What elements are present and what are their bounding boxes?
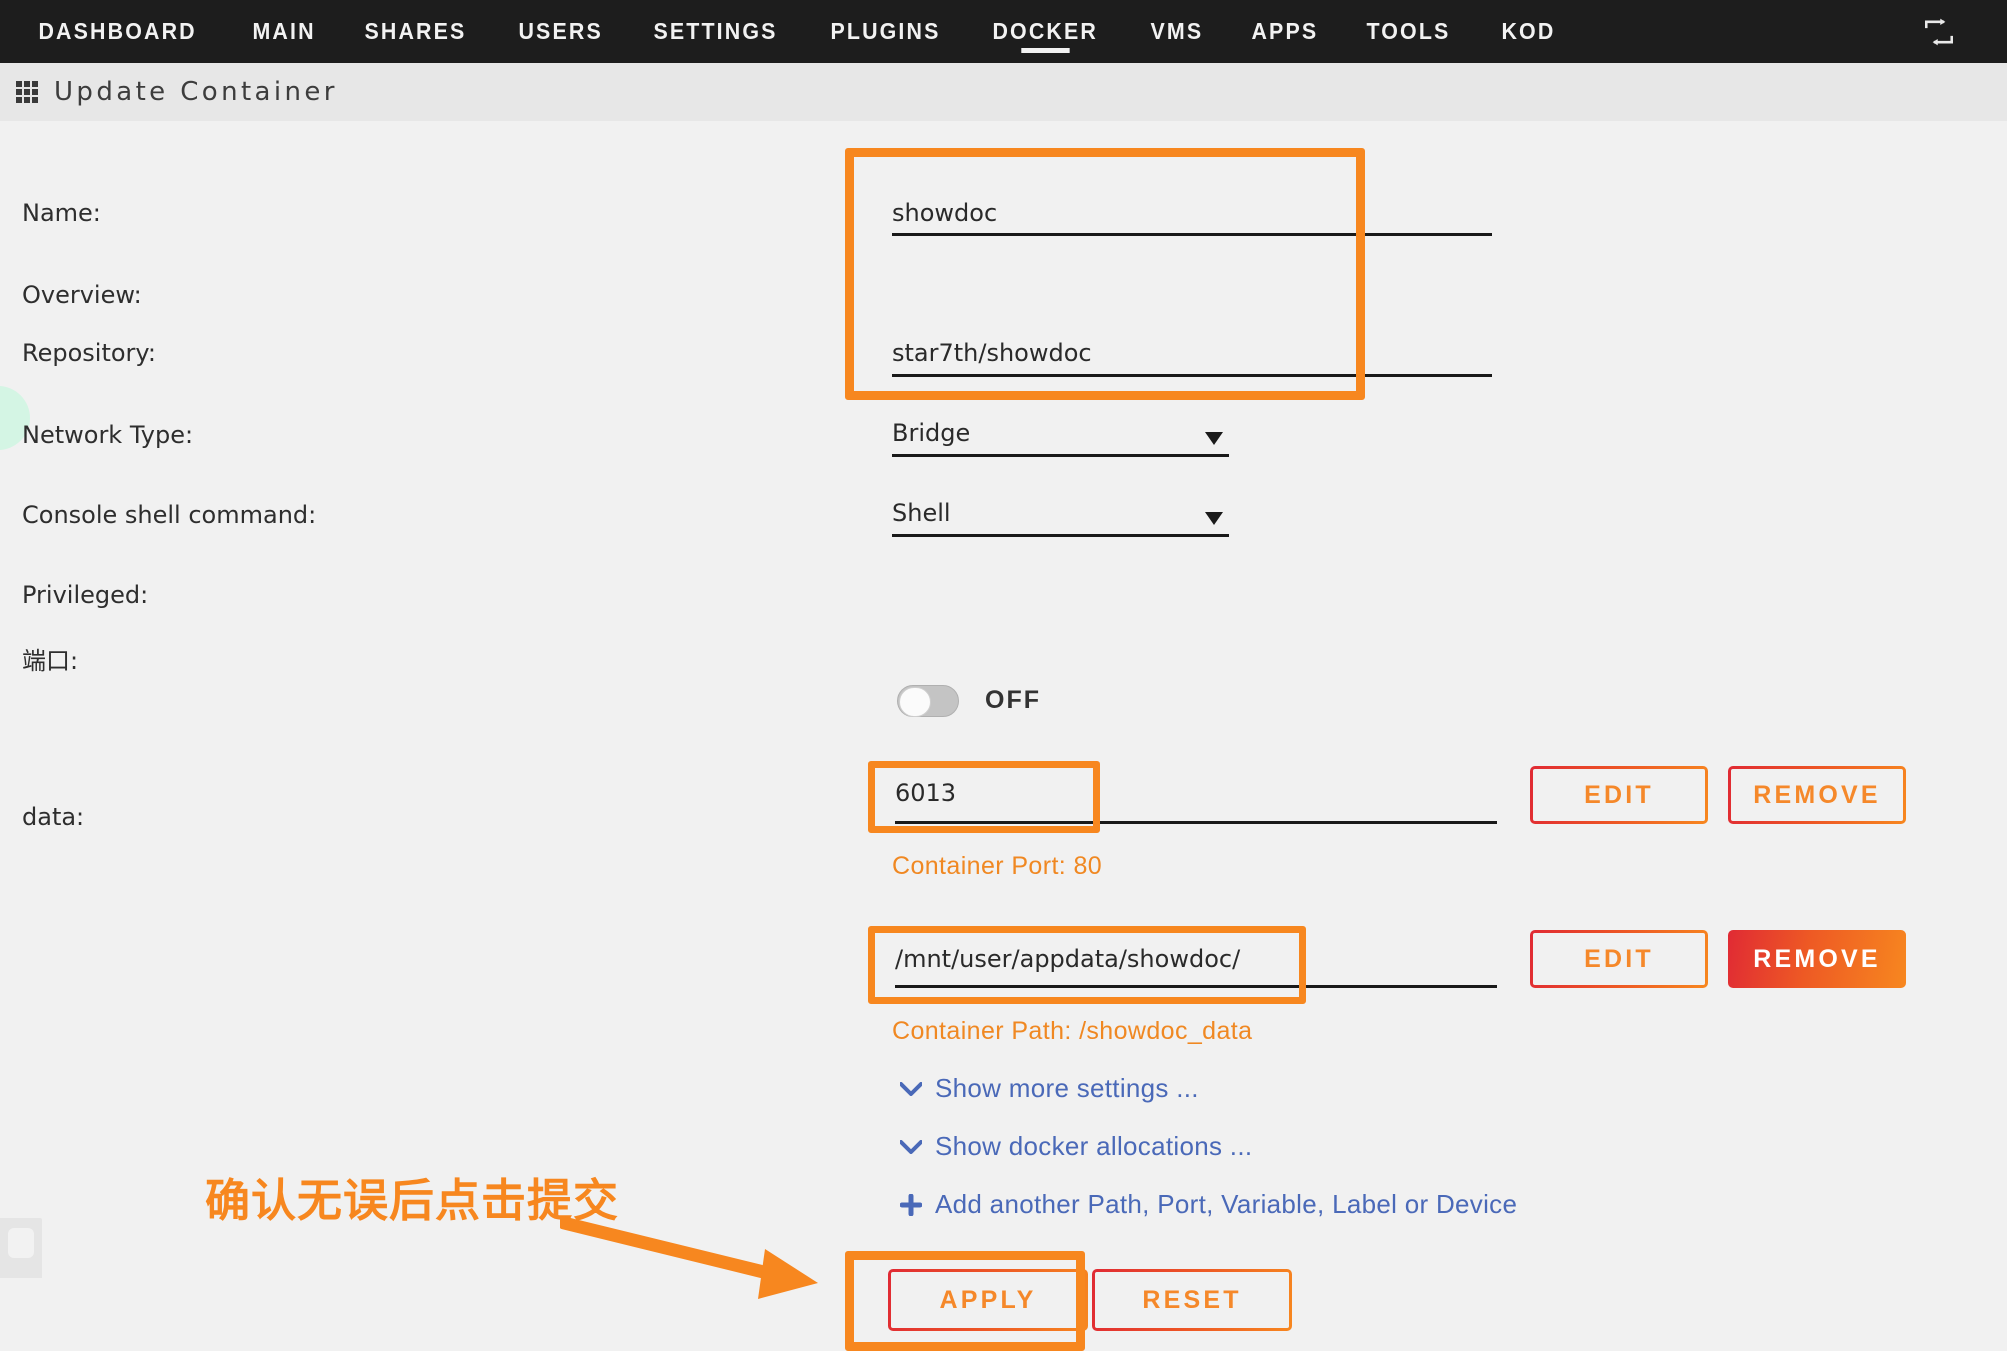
label-port: 端口: (22, 647, 79, 675)
repository-input[interactable]: star7th/showdoc (892, 339, 1092, 367)
apply-button[interactable]: APPLY (888, 1269, 1088, 1331)
console-shell-underline[interactable] (892, 534, 1229, 537)
port-edit-button[interactable]: EDIT (1530, 766, 1708, 824)
name-input-underline[interactable] (892, 233, 1492, 236)
show-more-settings-label: Show more settings ... (935, 1073, 1199, 1103)
page-title: Update Container (54, 77, 338, 107)
label-network-type: Network Type: (22, 421, 194, 449)
nav-item-plugins[interactable]: PLUGINS (810, 0, 961, 63)
label-overview: Overview: (22, 281, 142, 309)
data-remove-button[interactable]: REMOVE (1728, 930, 1906, 988)
label-console-shell: Console shell command: (22, 501, 317, 529)
chevron-down-icon-network[interactable] (1205, 432, 1223, 445)
port-hint: Container Port: 80 (892, 852, 1103, 880)
annotation-text: 确认无误后点击提交 (205, 1174, 620, 1227)
privileged-toggle-state: OFF (985, 686, 1041, 714)
data-path-underline[interactable] (895, 985, 1497, 988)
add-another-link[interactable]: Add another Path, Port, Variable, Label … (900, 1189, 1517, 1220)
corner-widget (0, 1218, 42, 1278)
nav-item-apps[interactable]: APPS (1231, 0, 1339, 63)
data-path-hint: Container Path: /showdoc_data (892, 1017, 1253, 1045)
chevron-down-icon (900, 1139, 922, 1154)
network-type-select[interactable]: Bridge (892, 419, 970, 447)
nav-item-main[interactable]: MAIN (232, 0, 336, 63)
add-another-label: Add another Path, Port, Variable, Label … (935, 1189, 1518, 1219)
nav-item-vms[interactable]: VMS (1130, 0, 1224, 63)
nav-item-users[interactable]: USERS (498, 0, 623, 63)
network-type-underline[interactable] (892, 454, 1229, 457)
grid-icon[interactable] (16, 81, 38, 103)
label-repository: Repository: (22, 339, 156, 367)
nav-item-settings[interactable]: SETTINGS (633, 0, 798, 63)
plus-icon (900, 1193, 922, 1216)
data-path-input[interactable]: /mnt/user/appdata/showdoc/ (895, 945, 1240, 973)
nav-item-tools[interactable]: TOOLS (1346, 0, 1471, 63)
chevron-down-icon-shell[interactable] (1205, 512, 1223, 525)
page-header: Update Container (0, 63, 2007, 121)
show-more-settings-link[interactable]: Show more settings ... (900, 1073, 1199, 1104)
port-input[interactable]: 6013 (895, 779, 956, 807)
console-shell-select[interactable]: Shell (892, 499, 951, 527)
update-container-form: Name: Overview: Repository: Network Type… (0, 121, 2007, 1351)
data-edit-button[interactable]: EDIT (1530, 930, 1708, 988)
port-input-underline[interactable] (895, 821, 1497, 824)
nav-item-dashboard[interactable]: DASHBOARD (18, 0, 217, 63)
port-remove-button[interactable]: REMOVE (1728, 766, 1906, 824)
label-data: data: (22, 803, 85, 831)
name-input[interactable]: showdoc (892, 199, 997, 227)
nav-item-shares[interactable]: SHARES (344, 0, 487, 63)
show-docker-allocations-label: Show docker allocations ... (935, 1131, 1253, 1161)
reset-button[interactable]: RESET (1092, 1269, 1292, 1331)
chevron-down-icon (900, 1081, 922, 1096)
label-name: Name: (22, 199, 101, 227)
repeat-icon[interactable] (1923, 18, 1955, 46)
label-privileged: Privileged: (22, 581, 149, 609)
repository-input-underline[interactable] (892, 374, 1492, 377)
nav-item-docker[interactable]: DOCKER (972, 0, 1118, 63)
nav-item-kod[interactable]: KOD (1481, 0, 1576, 63)
top-navigation-bar: DASHBOARD MAIN SHARES USERS SETTINGS PLU… (0, 0, 2007, 63)
privileged-toggle[interactable] (897, 685, 959, 717)
nav-items: DASHBOARD MAIN SHARES USERS SETTINGS PLU… (0, 0, 1583, 63)
show-docker-allocations-link[interactable]: Show docker allocations ... (900, 1131, 1252, 1162)
